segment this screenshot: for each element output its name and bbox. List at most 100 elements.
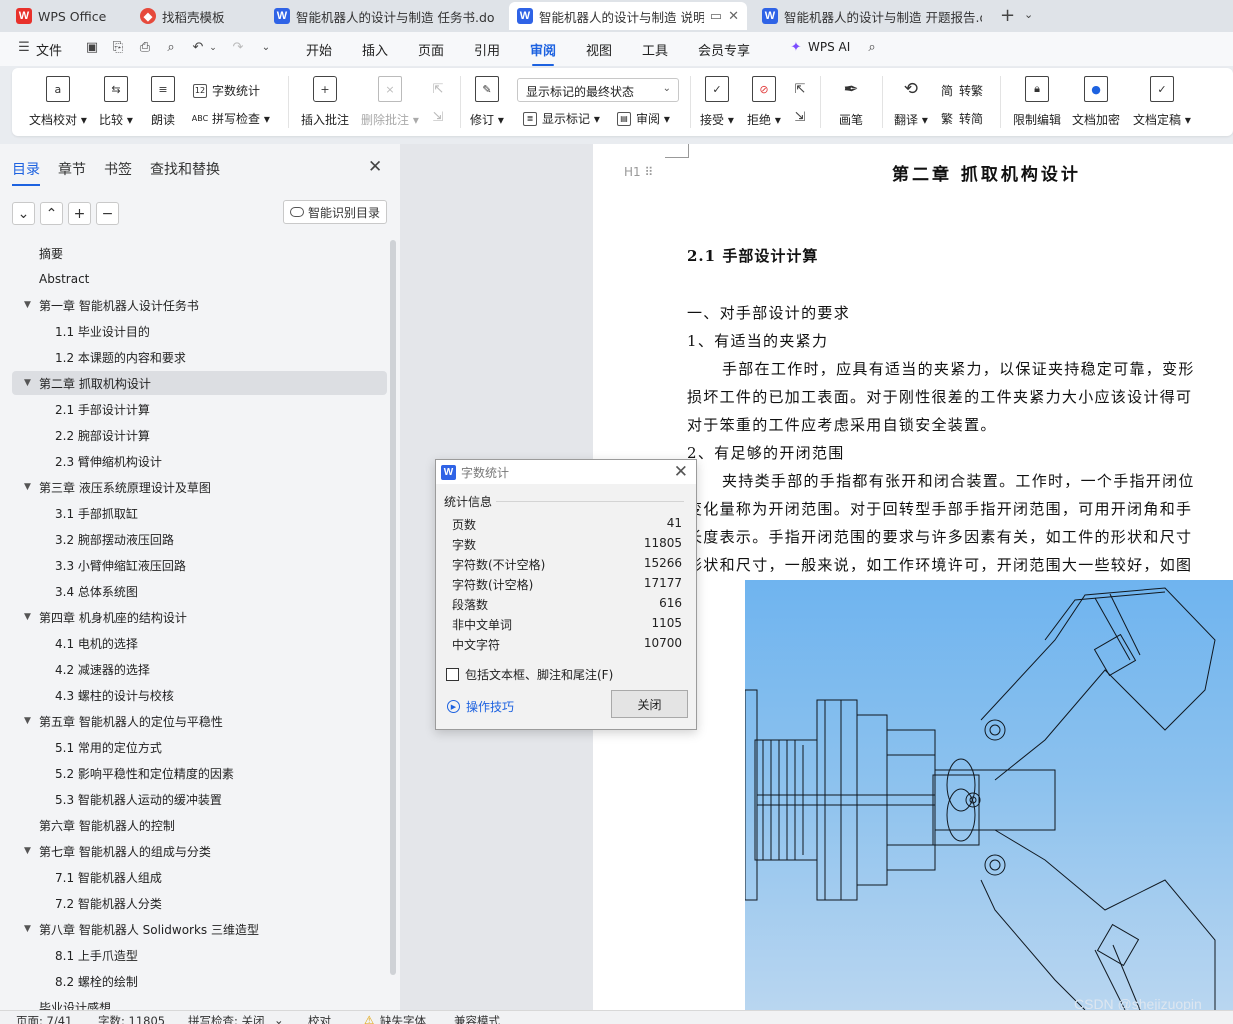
dialog-titlebar[interactable]: W 字数统计 (436, 460, 696, 484)
toc-expand-triangle-icon[interactable]: ▼ (24, 846, 31, 856)
search-icon[interactable]: ⌕ (864, 40, 880, 56)
restrict-edit-button[interactable]: 🔒︎ 限制编辑 (1013, 76, 1061, 128)
remove-heading-icon[interactable]: − (96, 202, 119, 225)
tab-manual-active[interactable]: W 智能机器人的设计与制造 说明 ▭ ✕ (509, 2, 747, 30)
finalize-button[interactable]: ✓ 文档定稿 ▾ (1133, 76, 1191, 128)
undo-dropdown-icon[interactable]: ⌄ (205, 40, 221, 56)
collapse-down-icon[interactable]: ⌄ (12, 202, 35, 225)
tab-list-chevron-icon[interactable]: ⌄ (1024, 8, 1033, 21)
read-aloud-button[interactable]: ≡ 朗读 (151, 76, 175, 128)
tab-proposal[interactable]: W 智能机器人的设计与制造 开题报告.do (754, 2, 990, 30)
tab-task-book[interactable]: W 智能机器人的设计与制造 任务书.docx (266, 2, 502, 30)
toc-item[interactable]: ▼ 第三章 液压系统原理设计及草图 (24, 475, 211, 499)
toc-item[interactable]: ▼ 第五章 智能机器人的定位与平稳性 (24, 709, 223, 733)
heading-drag-handle[interactable]: H1 ⠿ (624, 165, 653, 179)
toc-item[interactable]: 3.2 腕部摆动液压回路 (55, 527, 174, 551)
menu-start[interactable]: 开始 (306, 40, 332, 59)
toc-item[interactable]: 7.1 智能机器人组成 (55, 865, 162, 889)
redo-icon[interactable]: ↷ (230, 40, 246, 56)
toc-item[interactable]: 8.1 上手爪造型 (55, 943, 138, 967)
export-icon[interactable]: ⎘ (110, 40, 126, 56)
status-spell-check[interactable]: 拼写检查: 关闭 (188, 1013, 265, 1024)
reject-button[interactable]: ⊘ 拒绝 ▾ (747, 76, 781, 128)
prev-comment-icon[interactable]: ⇱ (430, 82, 446, 98)
nav-tab-bookmarks[interactable]: 书签 (104, 159, 132, 179)
toc-expand-triangle-icon[interactable]: ▼ (24, 482, 31, 492)
toc-item[interactable]: 3.4 总体系统图 (55, 579, 138, 603)
toc-item[interactable]: 第六章 智能机器人的控制 (39, 813, 175, 837)
accept-button[interactable]: ✓ 接受 ▾ (700, 76, 734, 128)
undo-icon[interactable]: ↶ (190, 40, 206, 56)
toc-item[interactable]: 2.3 臂伸缩机构设计 (55, 449, 162, 473)
toc-item[interactable]: 4.3 螺柱的设计与校核 (55, 683, 174, 707)
menu-page[interactable]: 页面 (418, 40, 444, 59)
checkbox-box[interactable] (446, 668, 459, 681)
toc-item[interactable]: 3.1 手部抓取缸 (55, 501, 138, 525)
toc-item[interactable]: 5.1 常用的定位方式 (55, 735, 162, 759)
toc-item[interactable]: ▼ 第四章 机身机座的结构设计 (24, 605, 187, 629)
nav-tab-toc[interactable]: 目录 (12, 159, 40, 186)
hamburger-menu-icon[interactable]: ☰ (16, 40, 32, 56)
toc-item[interactable]: ▼ 第二章 抓取机构设计 (12, 371, 387, 395)
next-change-icon[interactable]: ⇲ (792, 110, 808, 126)
tab-wps-office[interactable]: W WPS Office (8, 2, 123, 30)
delete-comment-button[interactable]: × 删除批注 ▾ (361, 76, 419, 128)
pen-button[interactable]: ✒ 画笔 (839, 76, 863, 128)
nav-tab-chapters[interactable]: 章节 (58, 159, 86, 179)
operation-tips-link[interactable]: ▶ 操作技巧 (447, 698, 514, 715)
status-missing-font[interactable]: 缺失字体 (380, 1013, 426, 1024)
to-traditional-button[interactable]: 简 转繁 (940, 82, 983, 99)
dialog-close-icon[interactable]: ✕ (674, 462, 688, 482)
toc-item[interactable]: 1.2 本课题的内容和要求 (55, 345, 186, 369)
nav-close-icon[interactable]: ✕ (368, 157, 382, 177)
toc-item[interactable]: 2.1 手部设计计算 (55, 397, 150, 421)
chevron-down-icon[interactable]: ⌄ (274, 1013, 284, 1024)
toc-expand-triangle-icon[interactable]: ▼ (24, 300, 31, 310)
status-proofread[interactable]: 校对 (308, 1013, 331, 1024)
status-word-count[interactable]: 字数: 11805 (98, 1013, 165, 1024)
to-simplified-button[interactable]: 繁 转简 (940, 110, 983, 127)
toc-item[interactable]: 4.2 减速器的选择 (55, 657, 150, 681)
gripper-cad-figure[interactable] (745, 580, 1233, 1010)
menu-file[interactable]: 文件 (36, 40, 62, 59)
next-comment-icon[interactable]: ⇲ (430, 110, 446, 126)
menu-wps-ai[interactable]: WPS AI (808, 40, 850, 54)
menu-view[interactable]: 视图 (586, 40, 612, 59)
prev-change-icon[interactable]: ⇱ (792, 82, 808, 98)
tab-close-icon[interactable]: ✕ (722, 9, 739, 24)
quick-access-more-icon[interactable]: ⌄ (258, 40, 274, 56)
dialog-close-button[interactable]: 关闭 (611, 690, 688, 718)
new-tab-plus-icon[interactable]: + (1000, 5, 1015, 26)
tab-docer-templates[interactable]: ◆ 找稻壳模板 (132, 2, 260, 30)
nav-tab-find-replace[interactable]: 查找和替换 (150, 159, 220, 179)
toc-item[interactable]: 4.1 电机的选择 (55, 631, 138, 655)
toc-item[interactable]: 1.1 毕业设计目的 (55, 319, 150, 343)
smart-toc-button[interactable]: 智能识别目录 (283, 200, 388, 224)
save-icon[interactable]: ▣ (84, 40, 100, 56)
menu-insert[interactable]: 插入 (362, 40, 388, 59)
include-footnotes-checkbox[interactable]: 包括文本框、脚注和尾注(F) (446, 666, 613, 683)
toc-expand-triangle-icon[interactable]: ▼ (24, 924, 31, 934)
print-preview-icon[interactable]: ⌕ (163, 40, 179, 56)
toc-item[interactable]: 5.3 智能机器人运动的缓冲装置 (55, 787, 222, 811)
translate-button[interactable]: ⟲ 翻译 ▾ (894, 76, 928, 128)
collapse-up-icon[interactable]: ⌃ (40, 202, 63, 225)
toc-item[interactable]: 3.3 小臂伸缩缸液压回路 (55, 553, 186, 577)
toc-item[interactable]: ▼ 第七章 智能机器人的组成与分类 (24, 839, 211, 863)
toc-expand-triangle-icon[interactable]: ▼ (24, 378, 31, 388)
word-count-button[interactable]: 12 字数统计 (193, 82, 260, 99)
menu-member[interactable]: 会员专享 (698, 40, 750, 59)
review-pane-button[interactable]: ▤ 审阅 ▾ (617, 110, 670, 127)
toc-item[interactable]: Abstract (39, 267, 89, 291)
track-changes-button[interactable]: ✎ 修订 ▾ (470, 76, 504, 128)
encrypt-button[interactable]: ● 文档加密 (1072, 76, 1120, 128)
doc-proofread-button[interactable]: a 文档校对 ▾ (29, 76, 87, 128)
menu-review[interactable]: 审阅 (530, 40, 556, 66)
show-markup-button[interactable]: ≣ 显示标记 ▾ (523, 110, 600, 127)
spell-check-button[interactable]: ABC 拼写检查 ▾ (192, 110, 270, 127)
toc-item[interactable]: ▼ 第一章 智能机器人设计任务书 (24, 293, 199, 317)
toc-item[interactable]: 7.2 智能机器人分类 (55, 891, 162, 915)
toc-item[interactable]: 摘要 (39, 241, 63, 265)
toc-expand-triangle-icon[interactable]: ▼ (24, 716, 31, 726)
print-icon[interactable]: ⎙ (137, 40, 153, 56)
